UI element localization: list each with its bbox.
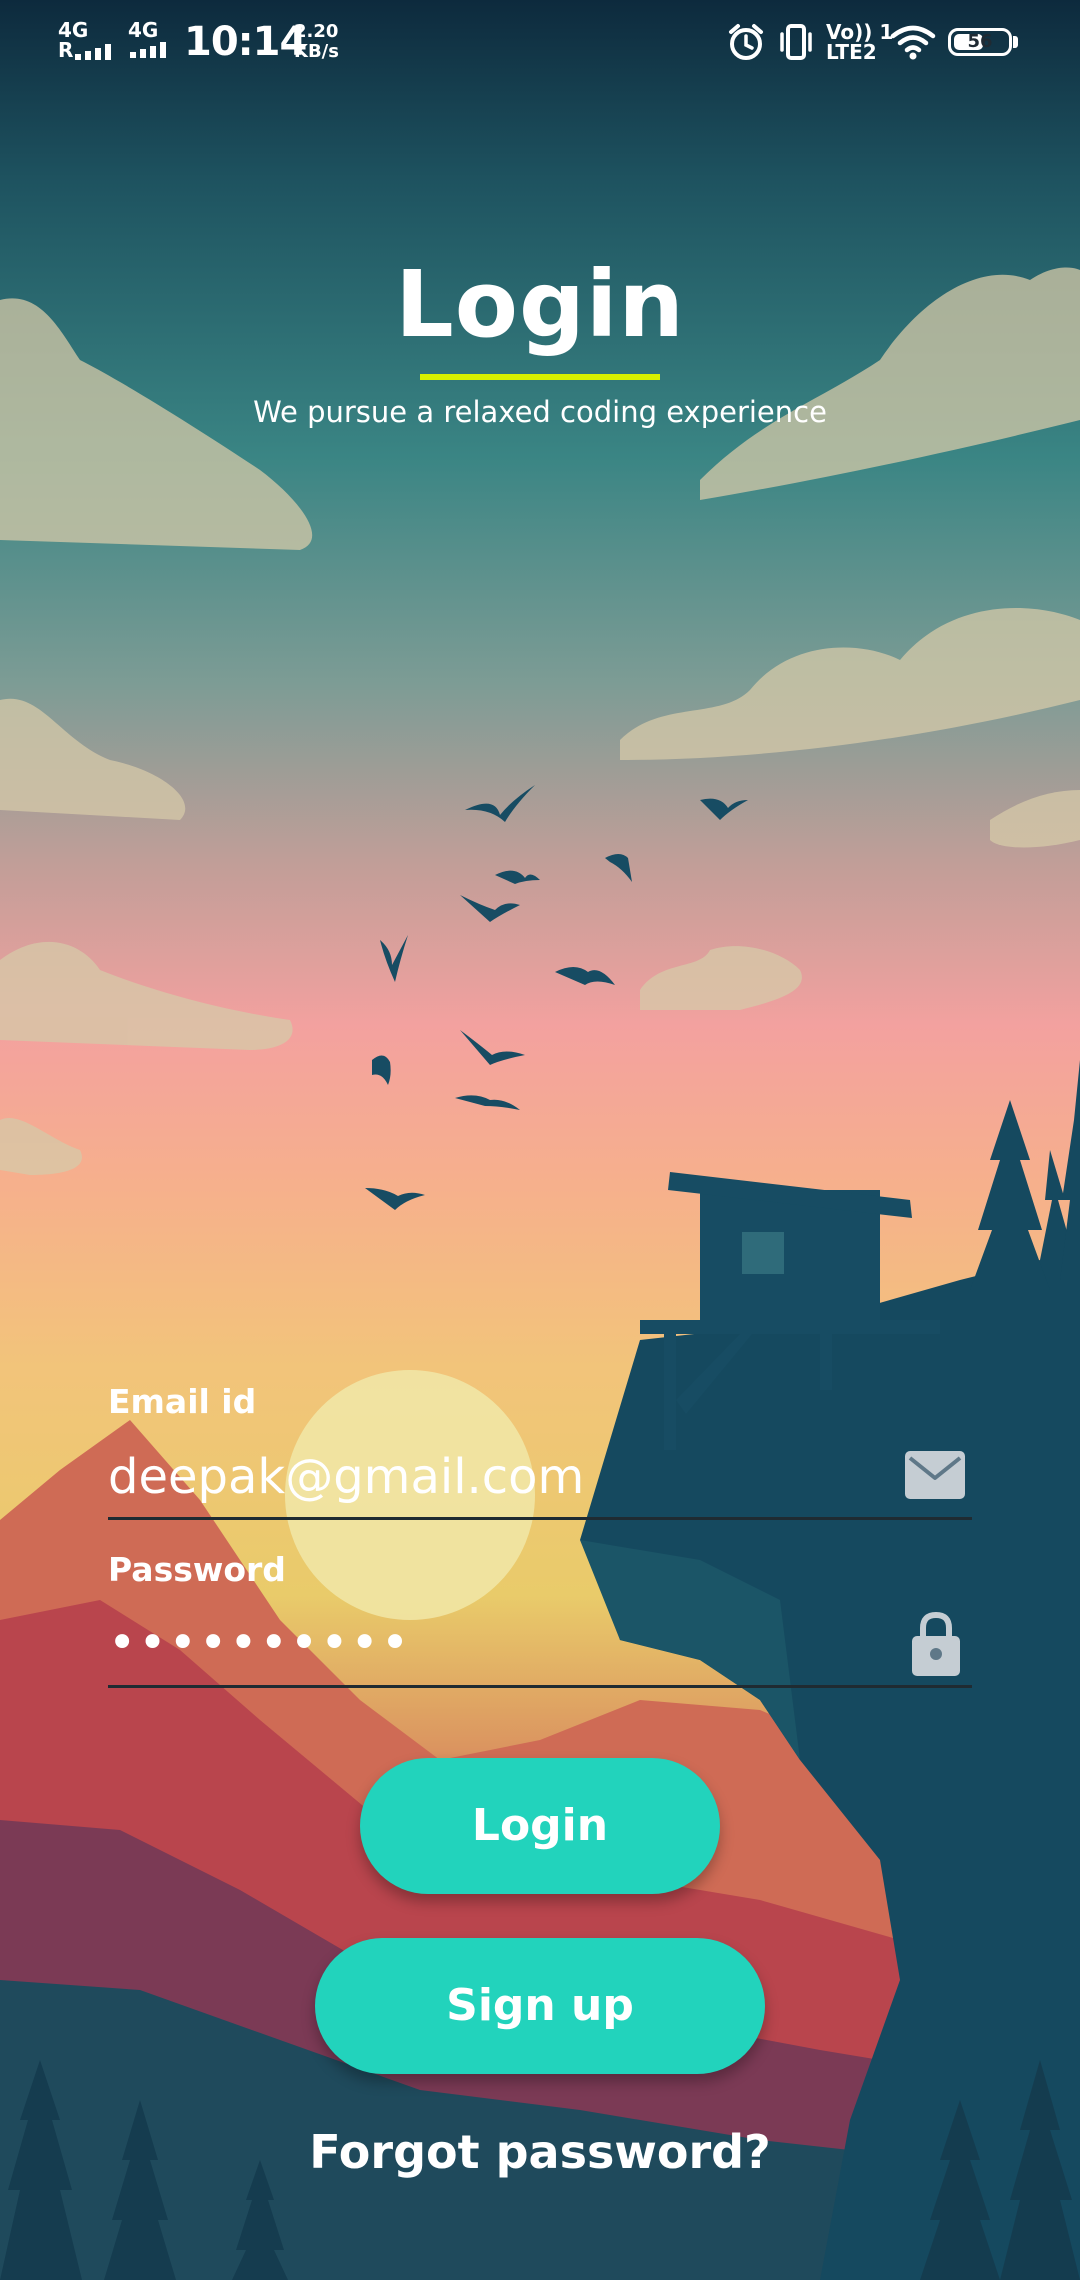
alarm-clock-icon: [729, 24, 763, 60]
password-underline: [108, 1685, 972, 1688]
sim2-indicator: 4G: [128, 20, 172, 61]
password-field[interactable]: [108, 1608, 898, 1678]
sim1-roaming: R: [58, 38, 74, 62]
volte-indicator: Vo)) 1 LTE2: [826, 22, 893, 62]
lock-icon: [912, 1611, 960, 1676]
signal-bars-icon: [75, 44, 112, 60]
email-field[interactable]: [108, 1442, 898, 1512]
wifi-icon: [890, 25, 936, 60]
page-subtitle: We pursue a relaxed coding experience: [253, 395, 827, 429]
password-label: Password: [108, 1550, 286, 1589]
sim1-indicator: 4G R: [58, 20, 117, 60]
sim2-network-type: 4G: [128, 18, 159, 42]
title-underline: [420, 374, 660, 380]
signup-button[interactable]: Sign up: [315, 1938, 765, 2074]
email-underline: [108, 1517, 972, 1520]
battery-tip: [1013, 36, 1018, 48]
speed-unit: KB/s: [294, 41, 339, 62]
network-speed: 2.20 KB/s: [294, 22, 339, 62]
sim1-network-type: 4G: [58, 18, 89, 42]
page-title: Login: [395, 251, 685, 358]
status-bar: 4G R 4G 10:14 2.20 KB/s Vo)) 1 LTE2 56: [0, 0, 1080, 86]
login-button[interactable]: Login: [360, 1758, 720, 1894]
lte-label: LTE2: [826, 40, 877, 64]
battery-percent: 56: [967, 31, 993, 52]
email-label: Email id: [108, 1382, 257, 1421]
vibrate-icon: [780, 24, 812, 60]
forgot-password-link[interactable]: Forgot password?: [0, 2120, 1080, 2184]
login-screen: 4G R 4G 10:14 2.20 KB/s Vo)) 1 LTE2 56 L…: [0, 0, 1080, 2280]
clock: 10:14: [184, 19, 307, 65]
volte-label: Vo)) 1: [826, 20, 894, 44]
envelope-icon: [905, 1451, 965, 1499]
signal-bars-icon: [130, 42, 166, 58]
speed-value: 2.20: [294, 21, 339, 42]
battery-icon: 56: [948, 28, 1012, 56]
